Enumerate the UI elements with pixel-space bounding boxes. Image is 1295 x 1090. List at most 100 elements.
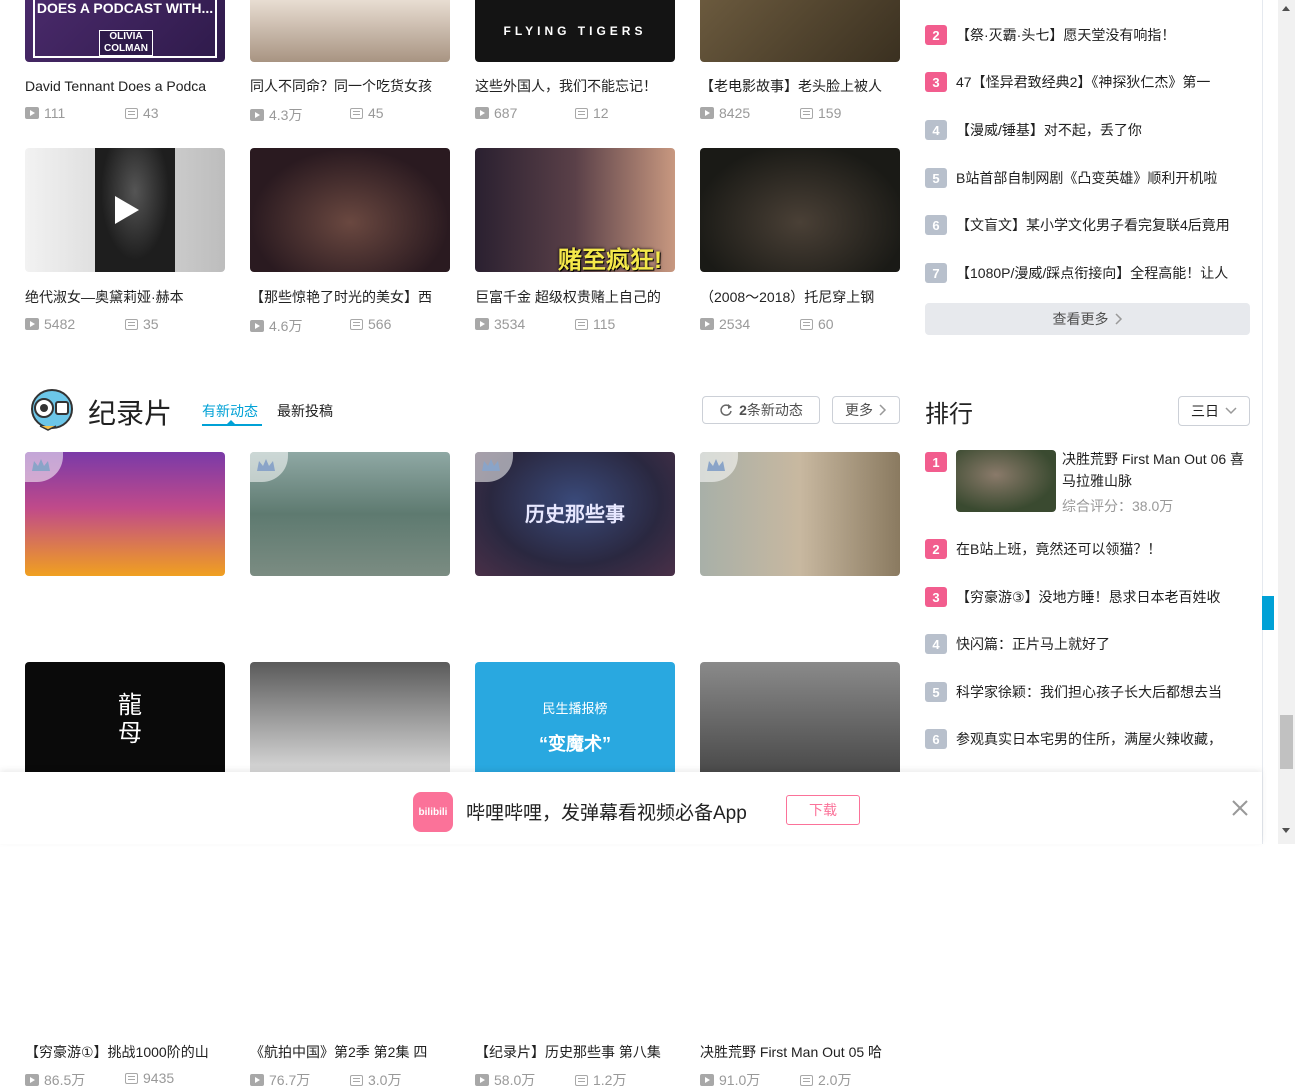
video-title[interactable]: 巨富千金 超级权贵赌上自己的 bbox=[475, 288, 675, 306]
video-card[interactable]: DOES A PODCAST WITH... OLIVIA COLMAN Dav… bbox=[25, 0, 225, 121]
danmaku-count: 45 bbox=[368, 105, 384, 121]
rank-title[interactable]: B站首部自制网剧《凸变英雄》顺利开机啦 bbox=[956, 168, 1252, 188]
video-title[interactable]: （2008～2018）托尼穿上钢 bbox=[700, 288, 900, 306]
video-card[interactable] bbox=[700, 662, 900, 772]
see-more-button[interactable]: 查看更多 bbox=[925, 303, 1250, 335]
video-card[interactable]: 【穷豪游①】挑战1000阶的山 86.5万 9435 bbox=[25, 452, 225, 1088]
rank-title[interactable]: 47【怪异君致经典2】《神探狄仁杰》第一 bbox=[956, 72, 1252, 92]
rank-title[interactable]: 【文盲文】某小学文化男子看完复联4后竟用 bbox=[956, 215, 1252, 235]
play-count: 8425 bbox=[719, 105, 751, 121]
video-card[interactable]: 决胜荒野 First Man Out 05 哈 91.0万 2.0万 bbox=[700, 452, 900, 1088]
video-card[interactable]: 【老电影故事】老头脸上被人 8425 159 bbox=[700, 0, 900, 121]
scroll-down-arrow-icon[interactable] bbox=[1282, 828, 1290, 833]
video-thumbnail[interactable]: FLYING TIGERS bbox=[475, 0, 675, 62]
video-card[interactable]: 绝代淑女—奥黛莉娅·赫本 5482 35 bbox=[25, 148, 225, 332]
rank-title[interactable]: 科学家徐颖：我们担心孩子长大后都想去当 bbox=[956, 682, 1252, 702]
video-thumbnail[interactable] bbox=[700, 452, 900, 576]
rank-title[interactable]: 【漫威/锤基】对不起，丢了你 bbox=[956, 120, 1252, 140]
rank-list-item[interactable]: 5 B站首部自制网剧《凸变英雄》顺利开机啦 bbox=[925, 166, 1255, 190]
video-card[interactable]: 《航拍中国》第2季 第2集 四 76.7万 3.0万 bbox=[250, 452, 450, 1088]
video-title[interactable]: 【老电影故事】老头脸上被人 bbox=[700, 77, 900, 95]
play-overlay-icon[interactable] bbox=[113, 196, 139, 224]
rank-title[interactable]: 【穷豪游③】没地方睡！恳求日本老百姓收 bbox=[956, 587, 1252, 607]
video-thumbnail[interactable]: 龍母 bbox=[25, 662, 225, 772]
video-stats: 4.3万 45 bbox=[250, 105, 450, 123]
crown-icon bbox=[707, 459, 725, 471]
download-button[interactable]: 下载 bbox=[786, 795, 860, 825]
side-float-tab[interactable] bbox=[1262, 596, 1274, 630]
video-thumbnail[interactable]: DOES A PODCAST WITH... OLIVIA COLMAN bbox=[25, 0, 225, 62]
tab-latest-uploads[interactable]: 最新投稿 bbox=[277, 401, 333, 421]
rank-list-item[interactable]: 4 快闪篇：正片马上就好了 bbox=[925, 632, 1255, 656]
rank-number: 4 bbox=[925, 634, 947, 654]
crown-icon bbox=[482, 459, 500, 471]
video-title[interactable]: 同人不同命？同一个吃货女孩 bbox=[250, 77, 450, 95]
video-stats: 8425 159 bbox=[700, 105, 900, 121]
rank-title[interactable]: 【祭·灭霸·头七】愿天堂没有响指！ bbox=[956, 25, 1252, 45]
new-updates-button[interactable]: 2条新动态 bbox=[702, 396, 820, 424]
rank-period-dropdown[interactable]: 三日 bbox=[1178, 396, 1250, 426]
video-card[interactable]: 赌至疯狂! 巨富千金 超级权贵赌上自己的 3534 115 bbox=[475, 148, 675, 332]
video-title[interactable]: 【纪录片】历史那些事 第八集 bbox=[475, 1043, 675, 1061]
video-card[interactable]: 同人不同命？同一个吃货女孩 4.3万 45 bbox=[250, 0, 450, 123]
rank-number: 4 bbox=[925, 120, 947, 140]
video-thumbnail[interactable] bbox=[700, 0, 900, 62]
video-thumbnail[interactable] bbox=[700, 148, 900, 272]
danmaku-count: 12 bbox=[593, 105, 609, 121]
rank-featured-title[interactable]: 决胜荒野 First Man Out 06 喜马拉雅山脉 bbox=[1062, 448, 1252, 492]
danmaku-count-icon bbox=[575, 107, 588, 119]
danmaku-count-icon bbox=[800, 1074, 813, 1086]
scroll-thumb[interactable] bbox=[1280, 715, 1293, 769]
rank-list-item[interactable]: 7 【1080P/漫威/踩点衔接向】全程高能！让人 bbox=[925, 261, 1255, 285]
rank-featured-thumbnail[interactable] bbox=[956, 450, 1056, 512]
rank-list-item[interactable]: 6 【文盲文】某小学文化男子看完复联4后竟用 bbox=[925, 213, 1255, 237]
rank-list-item[interactable]: 3 【穷豪游③】没地方睡！恳求日本老百姓收 bbox=[925, 585, 1255, 609]
page-divider bbox=[1262, 0, 1263, 844]
rank-list-item[interactable]: 1 bbox=[925, 450, 949, 474]
video-card[interactable]: 历史那些事 【纪录片】历史那些事 第八集 58.0万 1.2万 bbox=[475, 452, 675, 1088]
video-card[interactable]: FLYING TIGERS 这些外国人，我们不能忘记！ 687 12 bbox=[475, 0, 675, 121]
video-thumbnail[interactable]: 历史那些事 bbox=[475, 452, 675, 576]
video-card[interactable]: 民生播报榜 “变魔术” bbox=[475, 662, 675, 772]
video-thumbnail[interactable] bbox=[25, 148, 225, 272]
video-thumbnail[interactable] bbox=[700, 662, 900, 772]
rank-title[interactable]: 【1080P/漫威/踩点衔接向】全程高能！让人 bbox=[956, 263, 1252, 283]
video-title[interactable]: 这些外国人，我们不能忘记！ bbox=[475, 77, 675, 95]
scrollbar[interactable] bbox=[1278, 0, 1295, 844]
video-title[interactable]: 《航拍中国》第2季 第2集 四 bbox=[250, 1043, 450, 1061]
rank-title[interactable]: 参观真实日本宅男的住所，满屋火辣收藏， bbox=[956, 729, 1252, 749]
video-title[interactable]: 【那些惊艳了时光的美女】西 bbox=[250, 288, 450, 306]
video-thumbnail[interactable] bbox=[25, 452, 225, 576]
rank-list-item[interactable]: 4 【漫威/锤基】对不起，丢了你 bbox=[925, 118, 1255, 142]
more-button[interactable]: 更多 bbox=[832, 396, 900, 424]
video-thumbnail[interactable]: 赌至疯狂! bbox=[475, 148, 675, 272]
tab-new-updates[interactable]: 有新动态 bbox=[202, 401, 258, 421]
video-thumbnail[interactable]: 民生播报榜 “变魔术” bbox=[475, 662, 675, 772]
video-thumbnail[interactable] bbox=[250, 0, 450, 62]
video-thumbnail[interactable] bbox=[250, 662, 450, 772]
close-icon[interactable] bbox=[1230, 798, 1250, 818]
rank-list-item[interactable]: 3 47【怪异君致经典2】《神探狄仁杰》第一 bbox=[925, 70, 1255, 94]
video-card[interactable]: 龍母 bbox=[25, 662, 225, 772]
play-count: 5482 bbox=[44, 316, 76, 332]
video-title[interactable]: 绝代淑女—奥黛莉娅·赫本 bbox=[25, 288, 225, 306]
video-title[interactable]: 【穷豪游①】挑战1000阶的山 bbox=[25, 1043, 225, 1061]
video-thumbnail[interactable] bbox=[250, 148, 450, 272]
video-title[interactable]: 决胜荒野 First Man Out 05 哈 bbox=[700, 1043, 900, 1061]
rank-list-item[interactable]: 5 科学家徐颖：我们担心孩子长大后都想去当 bbox=[925, 680, 1255, 704]
video-card[interactable] bbox=[250, 662, 450, 772]
danmaku-count-icon bbox=[350, 318, 363, 330]
play-count: 86.5万 bbox=[44, 1072, 86, 1088]
rank-title[interactable]: 在B站上班，竟然还可以领猫？！ bbox=[956, 539, 1252, 559]
rank-list-item[interactable]: 6 参观真实日本宅男的住所，满屋火辣收藏， bbox=[925, 727, 1255, 751]
rank-list-item[interactable]: 2 【祭·灭霸·头七】愿天堂没有响指！ bbox=[925, 23, 1255, 47]
rank-list-item[interactable]: 2 在B站上班，竟然还可以领猫？！ bbox=[925, 537, 1255, 561]
rank-number: 5 bbox=[925, 682, 947, 702]
scroll-up-arrow-icon[interactable] bbox=[1282, 6, 1290, 11]
video-card[interactable]: （2008～2018）托尼穿上钢 2534 60 bbox=[700, 148, 900, 332]
video-stats: 58.0万 1.2万 bbox=[475, 1070, 675, 1088]
video-thumbnail[interactable] bbox=[250, 452, 450, 576]
video-title[interactable]: David Tennant Does a Podca bbox=[25, 77, 225, 95]
rank-title[interactable]: 快闪篇：正片马上就好了 bbox=[956, 634, 1252, 654]
video-card[interactable]: 【那些惊艳了时光的美女】西 4.6万 566 bbox=[250, 148, 450, 334]
